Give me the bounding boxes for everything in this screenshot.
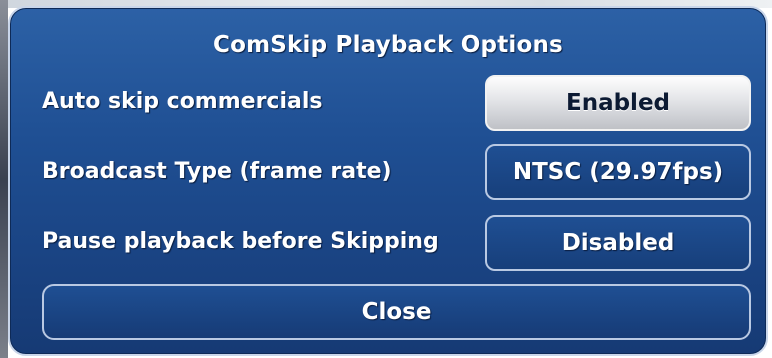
pause-before-skip-button[interactable]: Disabled	[485, 215, 751, 271]
comskip-options-dialog: ComSkip Playback Options Auto skip comme…	[8, 6, 768, 356]
pause-before-skip-label: Pause playback before Skipping	[42, 229, 439, 254]
close-button[interactable]: Close	[42, 284, 751, 340]
auto-skip-button[interactable]: Enabled	[485, 75, 751, 131]
auto-skip-label: Auto skip commercials	[42, 89, 323, 114]
screen: ComSkip Playback Options Auto skip comme…	[0, 0, 772, 358]
broadcast-type-label: Broadcast Type (frame rate)	[42, 159, 392, 184]
background-edge	[0, 0, 8, 358]
broadcast-type-button[interactable]: NTSC (29.97fps)	[485, 144, 751, 200]
dialog-title: ComSkip Playback Options	[213, 32, 563, 58]
